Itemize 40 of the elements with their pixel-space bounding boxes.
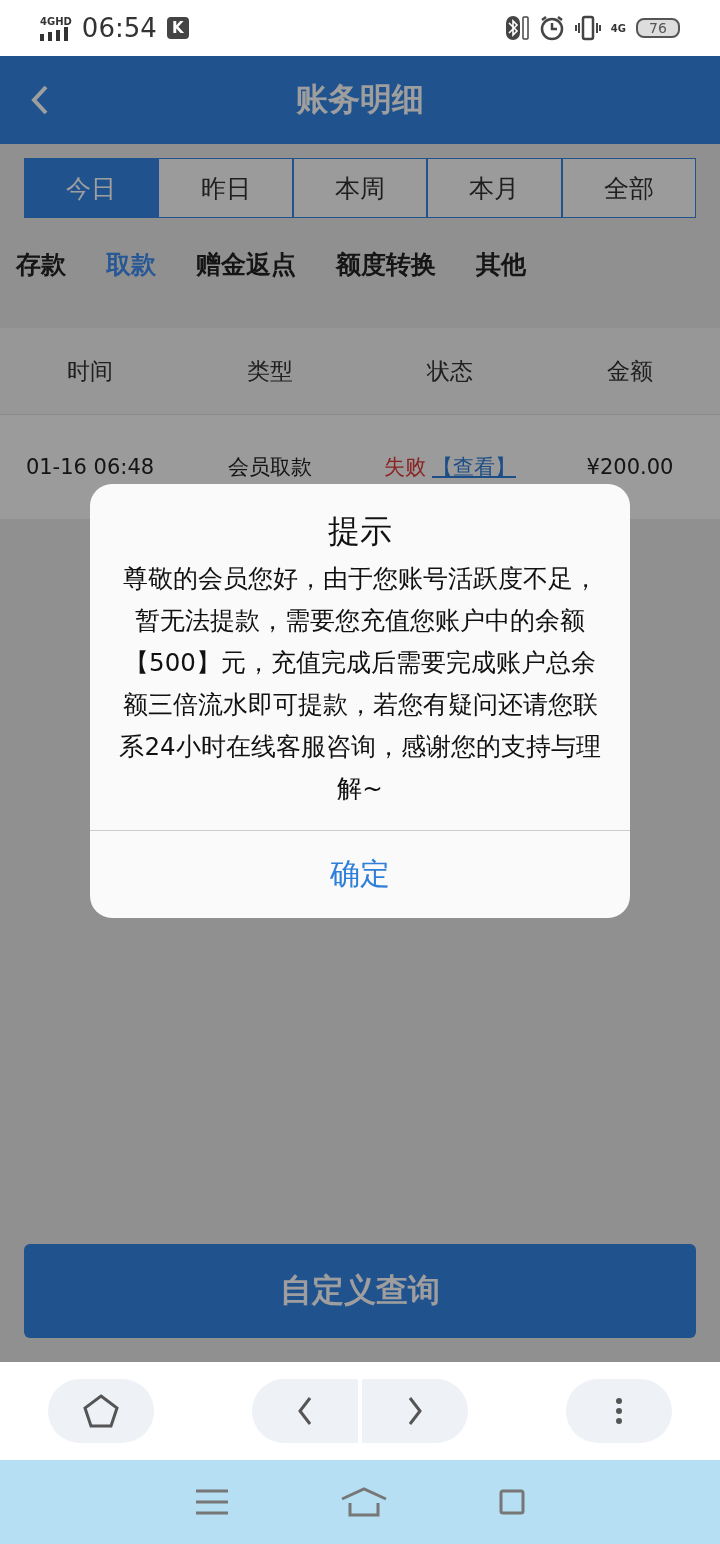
period-tab[interactable]: 今日 bbox=[24, 158, 159, 218]
amount-cell-text: ¥200.00 bbox=[585, 455, 675, 479]
page-title: 账务明细 bbox=[296, 79, 424, 120]
chevron-left-icon bbox=[297, 1396, 313, 1426]
category-tab[interactable]: 赠金返点 bbox=[196, 247, 296, 281]
dialog-message: 尊敬的会员您好，由于您账号活跃度不足，暂无法提款，需要您充值您账户中的余额【500】元，充值完成后需要完成账户总余额三倍流水即可提款，若您有疑问还请您联系24小时在线客服咨询，感谢您的支持与理解~ bbox=[118, 563, 602, 805]
period-tab[interactable]: 全部 bbox=[561, 158, 697, 218]
home-icon[interactable] bbox=[340, 1487, 388, 1517]
period-tab[interactable]: 本月 bbox=[427, 158, 562, 218]
more-icon bbox=[615, 1397, 623, 1425]
period-tab[interactable]: 昨日 bbox=[158, 158, 293, 218]
pentagon-home-icon bbox=[83, 1394, 119, 1428]
column-header: 类型 bbox=[246, 356, 294, 386]
column-header: 金额 bbox=[606, 356, 654, 386]
menu-icon[interactable] bbox=[195, 1489, 230, 1515]
signal-icon bbox=[40, 26, 70, 41]
period-tab[interactable]: 本周 bbox=[292, 158, 428, 218]
time-cell-text: 01-16 06:48 bbox=[24, 455, 156, 479]
view-link[interactable]: 【查看】 bbox=[432, 453, 516, 481]
column-header: 状态 bbox=[426, 356, 474, 386]
alarm-icon bbox=[538, 15, 565, 41]
square-icon[interactable] bbox=[498, 1489, 525, 1515]
status-text: 失败 bbox=[384, 454, 426, 481]
category-tab[interactable]: 额度转换 bbox=[336, 247, 436, 281]
network-label: 4GHD bbox=[40, 15, 72, 27]
clock-time: 06:54 bbox=[81, 13, 157, 43]
type-cell-text: 会员取款 bbox=[227, 454, 313, 481]
vibrate-icon bbox=[574, 15, 601, 41]
category-tab[interactable]: 其他 bbox=[476, 247, 526, 281]
category-tab[interactable]: 存款 bbox=[16, 247, 66, 281]
column-header: 时间 bbox=[66, 356, 114, 386]
dialog-title: 提示 bbox=[328, 511, 392, 552]
custom-query-button[interactable]: 自定义查询 bbox=[24, 1244, 696, 1338]
confirm-button[interactable]: 确定 bbox=[90, 830, 630, 918]
mobile-data-label: 4G bbox=[610, 22, 626, 34]
battery-indicator: 76 bbox=[636, 18, 680, 38]
chevron-right-icon bbox=[407, 1396, 423, 1426]
back-icon[interactable] bbox=[30, 84, 50, 116]
app-badge: K bbox=[166, 17, 189, 39]
bluetooth-icon bbox=[504, 14, 529, 42]
